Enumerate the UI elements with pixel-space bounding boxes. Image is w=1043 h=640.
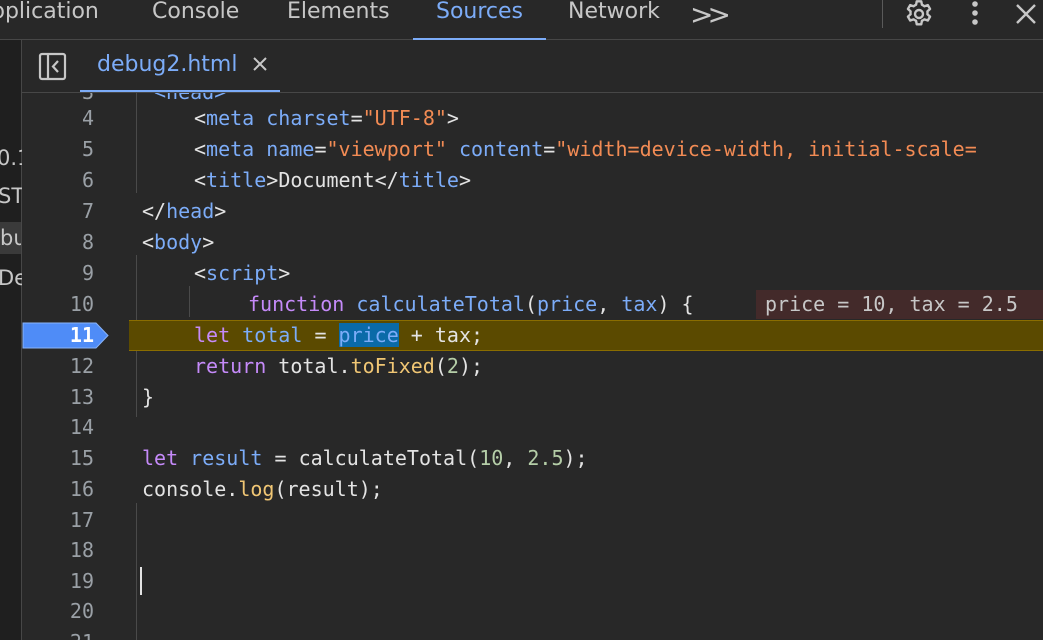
close-icon (1016, 4, 1036, 24)
line-number[interactable]: 19 (22, 566, 94, 597)
line-number[interactable]: 10 (22, 289, 94, 320)
code-text: <body> (142, 230, 215, 254)
code-text: let total = price + tax; (194, 323, 484, 347)
toggle-navigator-button[interactable] (38, 52, 67, 81)
code-text: let result = calculateTotal(10, 2.5); (142, 446, 588, 470)
close-icon (253, 57, 267, 71)
code-line: 15 let result = calculateTotal(10, 2.5); (22, 443, 1043, 474)
line-number[interactable]: 9 (22, 258, 94, 289)
settings-gear-icon (906, 0, 932, 26)
more-vert-icon (972, 1, 978, 25)
code-line: 8 <body> (22, 227, 1043, 258)
code-text: <script> (194, 261, 291, 285)
code-line: 14 (22, 412, 1043, 443)
line-number[interactable]: 7 (22, 196, 94, 227)
tab-elements[interactable]: Elements (287, 0, 390, 39)
code-text: console.log(result); (142, 477, 383, 501)
code-text: <meta name="viewport" content="width=dev… (194, 137, 977, 161)
code-line: 12 return total.toFixed(2); (22, 351, 1043, 382)
more-options-button[interactable] (964, 0, 986, 28)
line-number[interactable]: 12 (22, 351, 94, 382)
code-line: 4 <meta charset="UTF-8"> (22, 103, 1043, 134)
code-line: 19 (22, 566, 1043, 597)
toggle-navigator-icon (38, 52, 67, 81)
code-text: <meta charset="UTF-8"> (194, 106, 459, 130)
line-number[interactable]: 16 (22, 474, 94, 505)
code-text: <title>Document</title> (194, 168, 471, 192)
line-number[interactable]: 5 (22, 134, 94, 165)
line-number[interactable]: 11 (22, 320, 94, 351)
code-line: 16 console.log(result); (22, 474, 1043, 505)
code-line: 5 <meta name="viewport" content="width=d… (22, 134, 1043, 165)
code-line: 10 function calculateTotal(price, tax) {… (22, 289, 1043, 320)
line-number[interactable]: 14 (22, 412, 94, 443)
code-line: 9 <script> (22, 258, 1043, 289)
code-line: 13 } (22, 382, 1043, 413)
line-number[interactable]: 20 (22, 596, 94, 627)
line-number[interactable]: 8 (22, 227, 94, 258)
file-tab-close-button[interactable] (250, 54, 270, 74)
line-number[interactable]: 13 (22, 382, 94, 413)
line-number[interactable]: 21 (22, 627, 94, 640)
line-number[interactable]: 6 (22, 165, 94, 196)
code-line: 18 (22, 535, 1043, 566)
line-number[interactable]: 18 (22, 535, 94, 566)
line-number[interactable]: 17 (22, 505, 94, 536)
close-devtools-button[interactable] (1011, 0, 1041, 28)
tab-application[interactable]: pplication (0, 0, 99, 39)
code-line: 20 (22, 596, 1043, 627)
line-number[interactable]: 15 (22, 443, 94, 474)
code-text: return total.toFixed(2); (194, 354, 484, 378)
inline-variable-values: price = 10, tax = 2.5 (756, 290, 1043, 319)
code-line: 21 (22, 627, 1043, 640)
code-line: 7 </head> (22, 196, 1043, 227)
navigator-pane (0, 40, 22, 640)
code-line-paused: 11 let total = price + tax; (22, 320, 1043, 351)
tab-console[interactable]: Console (152, 0, 239, 39)
text-cursor (140, 567, 142, 595)
code-line: 17 (22, 505, 1043, 536)
navigator-item-selected[interactable]: bu (0, 222, 21, 254)
tab-sources[interactable]: Sources (412, 0, 547, 40)
chevron-double-right-icon: >> (690, 0, 731, 31)
code-text: function calculateTotal(price, tax) { (248, 292, 694, 316)
settings-button[interactable] (902, 0, 936, 28)
code-line: 6 <title>Document</title> (22, 165, 1043, 196)
line-number[interactable]: 4 (22, 103, 94, 134)
devtools-tab-bar: pplication Console Elements Sources Netw… (0, 0, 1043, 40)
code-text: } (142, 385, 155, 409)
more-tabs-button[interactable]: >> (690, 0, 731, 31)
code-editor[interactable]: 3 <head> 4 <meta charset="UTF-8"> 5 <met… (22, 93, 1043, 640)
selected-token: price (338, 323, 399, 347)
file-tab-debug2[interactable]: debug2.html (80, 40, 280, 92)
tab-network[interactable]: Network (568, 0, 660, 39)
code-text: </head> (142, 199, 227, 223)
file-tab-label: debug2.html (97, 52, 238, 77)
toolbar-divider (882, 0, 883, 28)
